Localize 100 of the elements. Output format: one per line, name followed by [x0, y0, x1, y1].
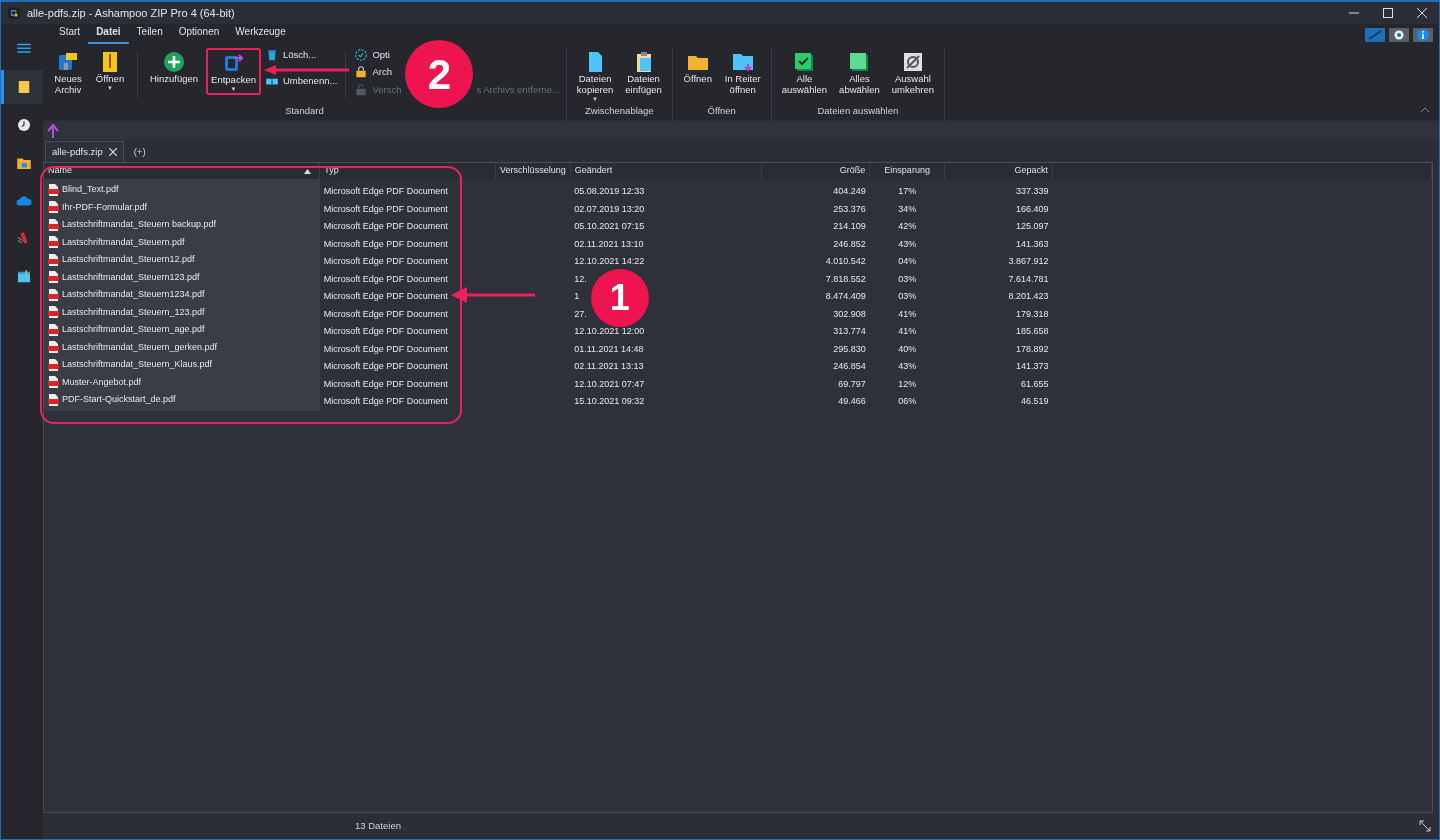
ribbon-item[interactable]: Umbenenn...	[264, 74, 338, 89]
table-cell: 49.466	[838, 396, 866, 406]
rename-icon	[264, 74, 279, 89]
pdf-file-icon	[48, 288, 59, 301]
table-cell: 12.10.2021 12:00	[574, 326, 645, 336]
table-cell: Microsoft Edge PDF Document	[323, 273, 448, 284]
table-cell: Lastschriftmandat_Steuern.pdf	[48, 235, 185, 250]
table-cell: 125.097	[1015, 221, 1049, 231]
table-cell: Ihr-PDF-Formular.pdf	[48, 200, 148, 215]
pdf-file-icon	[48, 183, 59, 196]
column-header[interactable]: Gepackt	[944, 163, 1053, 179]
table-cell: 03%	[898, 291, 917, 301]
table-cell: 166.409	[1015, 203, 1049, 214]
ribbon-button[interactable]: Öffnen	[678, 48, 717, 87]
table-cell: Lastschriftmandat_Steuern_Klaus.pdf	[48, 358, 213, 372]
up-arrow-icon[interactable]	[47, 124, 59, 138]
table-cell: 43%	[898, 361, 917, 371]
table-cell: 40%	[898, 343, 917, 354]
close-icon[interactable]	[1417, 8, 1427, 18]
table-cell: 46.519	[1020, 396, 1049, 406]
table-cell: 8.201.423	[1008, 291, 1049, 301]
table-cell: 295.830	[833, 343, 866, 354]
table-cell: 3.867.912	[1008, 256, 1049, 266]
table-cell: 7.818.552	[825, 273, 866, 284]
info-icon[interactable]	[1413, 28, 1433, 42]
settings-icon[interactable]	[1389, 28, 1409, 42]
sidebar-item[interactable]	[1, 70, 43, 104]
ribbon-button[interactable]: Dateien einfügen	[621, 48, 666, 98]
close-icon[interactable]	[108, 147, 117, 156]
ribbon-tab[interactable]: Werkzeuge	[227, 22, 294, 44]
pdf-file-icon	[48, 376, 59, 389]
ribbon-button[interactable]: Alle auswählen	[777, 48, 832, 98]
table-cell: 246.854	[833, 361, 866, 371]
table-cell: 141.363	[1015, 238, 1049, 249]
table-cell: Lastschriftmandat_Steuern_gerken.pdf	[48, 340, 218, 355]
table-cell: Microsoft Edge PDF Document	[323, 396, 448, 406]
collapse-icon[interactable]	[1421, 106, 1429, 112]
table-cell: 214.109	[833, 221, 866, 231]
table-cell: 178.892	[1015, 343, 1049, 354]
pdf-file-icon	[48, 341, 59, 354]
table-cell: Microsoft Edge PDF Document	[323, 203, 448, 214]
table-cell: Microsoft Edge PDF Document	[323, 326, 448, 336]
ribbon-button[interactable]: Alles abwählen	[835, 48, 884, 98]
table-cell: 12.10.2021 07:47	[574, 378, 645, 389]
pdf-file-icon	[48, 393, 59, 406]
document-tab[interactable]: alle-pdfs.zip	[45, 140, 124, 162]
window-title: alle-pdfs.zip - Ashampoo ZIP Pro 4 (64-bit)	[27, 5, 235, 21]
table-cell: Microsoft Edge PDF Document	[323, 378, 448, 389]
table-cell: 69.797	[838, 378, 866, 389]
column-header[interactable]: Einsparung	[869, 163, 945, 179]
table-cell: 02.07.2019 13:20	[574, 203, 645, 214]
table-cell: Microsoft Edge PDF Document	[323, 221, 448, 231]
ribbon-item[interactable]: Lösch...	[264, 48, 338, 63]
new-tab-button[interactable]: (+)	[129, 141, 150, 162]
table-cell: 06%	[898, 396, 917, 406]
table-cell: 246.852	[833, 238, 866, 249]
table-cell: 61.655	[1020, 378, 1049, 389]
ribbon-button[interactable]: In Reiter öffnen	[720, 48, 765, 98]
table-cell: Lastschriftmandat_Steuern12.pdf	[48, 253, 195, 267]
unlock-icon	[354, 82, 369, 97]
table-cell: 41%	[898, 308, 917, 319]
table-cell: Microsoft Edge PDF Document	[323, 343, 448, 354]
column-header[interactable]: Verschlüsselung	[495, 163, 571, 179]
group-label: Öffnen	[707, 103, 736, 118]
table-cell: 12.	[574, 273, 587, 284]
table-cell: Muster-Angebot.pdf	[48, 375, 142, 390]
maximize-icon[interactable]	[1383, 8, 1393, 18]
table-cell: Microsoft Edge PDF Document	[323, 308, 448, 319]
lock-icon	[354, 65, 369, 80]
table-cell: PDF-Start-Quickstart_de.pdf	[48, 393, 176, 407]
table-cell: 43%	[898, 238, 917, 249]
table-cell: Microsoft Edge PDF Document	[323, 361, 448, 371]
ribbon-tab[interactable]: Datei	[88, 22, 129, 44]
table-cell: 41%	[898, 326, 917, 336]
table-cell: 12.10.2021 14:22	[574, 256, 645, 266]
table-cell: 1	[574, 291, 580, 301]
ribbon-button[interactable]: Neues Archiv	[49, 48, 87, 98]
app-icon	[7, 6, 21, 20]
table-cell: 179.318	[1015, 308, 1049, 319]
pdf-file-icon	[48, 306, 59, 319]
column-header[interactable]: Geändert	[570, 163, 762, 179]
table-cell: 02.11.2021 13:13	[574, 361, 644, 371]
pdf-file-icon	[48, 201, 59, 214]
table-cell: Lastschriftmandat_Steuern_123.pdf	[48, 305, 205, 320]
ribbon-tab[interactable]: Start	[51, 22, 89, 44]
pdf-file-icon	[48, 358, 59, 371]
group-label: Dateien auswählen	[817, 103, 899, 118]
ribbon-tab[interactable]: Optionen	[170, 22, 228, 44]
ribbon-tab[interactable]: Teilen	[128, 22, 171, 44]
pdf-file-icon	[48, 236, 59, 249]
ribbon-button[interactable]: Hinzufügen	[146, 48, 203, 87]
table-cell: 17%	[898, 186, 917, 196]
table-cell: 4.010.542	[825, 256, 866, 266]
table-cell: Lastschriftmandat_Steuern123.pdf	[48, 270, 200, 285]
ribbon-button[interactable]: Auswahl umkehren	[887, 48, 938, 98]
column-header[interactable]: Größe	[761, 163, 870, 179]
resize-icon[interactable]	[1419, 820, 1431, 832]
table-cell: 02.11.2021 13:10	[574, 238, 644, 249]
pdf-file-icon	[48, 218, 59, 231]
table-cell: Microsoft Edge PDF Document	[323, 186, 448, 196]
